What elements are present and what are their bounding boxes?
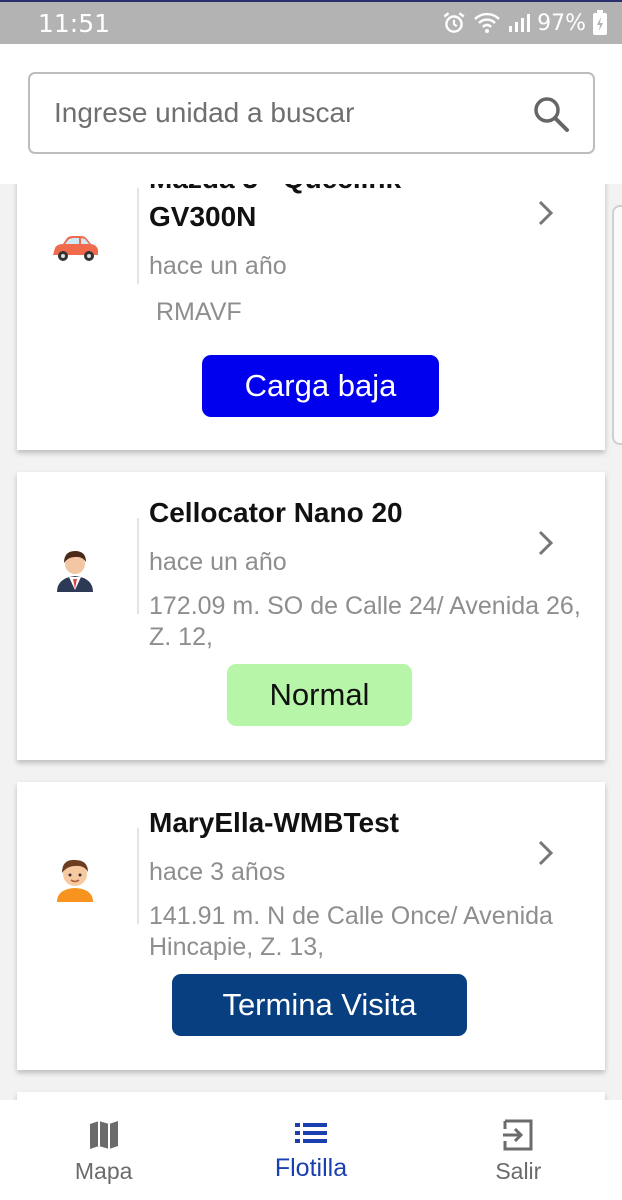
status-button[interactable]: Termina Visita <box>172 974 467 1036</box>
car-icon <box>53 236 98 261</box>
status-icons: 97% <box>441 10 608 36</box>
unit-card[interactable]: Mazda 3 - Queclink GV300N hace un año RM… <box>17 184 605 450</box>
list-icon <box>294 1123 327 1143</box>
chevron-right-icon[interactable] <box>535 838 557 868</box>
battery-percent: 97% <box>537 10 586 36</box>
wifi-icon <box>474 12 500 33</box>
nav-label-exit: Salir <box>495 1158 542 1184</box>
person-avatar-icon <box>57 859 93 902</box>
unit-time-ago: hace 3 años <box>149 858 286 886</box>
search-header <box>0 44 622 184</box>
search-bar[interactable] <box>28 72 595 154</box>
nav-item-fleet[interactable]: Flotilla <box>207 1100 414 1200</box>
search-input[interactable] <box>30 97 510 129</box>
unit-time-ago: hace un año <box>149 548 287 576</box>
status-button[interactable]: Carga baja <box>202 355 439 417</box>
bottom-nav: Mapa Flotilla Salir <box>0 1100 622 1200</box>
unit-card[interactable]: Cellocator Nano 20 hace un año 172.09 m.… <box>17 472 605 760</box>
battery-charging-icon <box>593 10 607 35</box>
alarm-icon <box>443 12 465 33</box>
nav-item-map[interactable]: Mapa <box>0 1100 207 1200</box>
unit-title: Cellocator Nano 20 <box>149 497 403 528</box>
card-divider <box>137 828 139 924</box>
unit-location: 141.91 m. N de Calle Once/ Avenida Hinca… <box>149 902 553 961</box>
status-bar: 11:51 97% <box>0 0 622 44</box>
businessman-avatar-icon <box>57 551 93 592</box>
card-divider <box>137 188 139 284</box>
status-button[interactable]: Normal <box>227 664 412 726</box>
signal-icon <box>509 14 531 32</box>
side-drawer-handle[interactable] <box>612 205 622 445</box>
unit-title: MaryElla-WMBTest <box>149 807 399 838</box>
map-icon <box>89 1121 118 1149</box>
unit-time-ago: hace un año <box>149 252 287 280</box>
unit-list[interactable]: Mazda 3 - Queclink GV300N hace un año RM… <box>0 184 622 1100</box>
nav-label-map: Mapa <box>74 1158 133 1184</box>
unit-plate: RMAVF <box>156 298 242 326</box>
chevron-right-icon[interactable] <box>535 528 557 558</box>
unit-card[interactable] <box>17 1092 605 1100</box>
card-divider <box>137 518 139 614</box>
chevron-right-icon[interactable] <box>535 198 557 228</box>
nav-item-exit[interactable]: Salir <box>415 1100 622 1200</box>
status-time: 11:51 <box>38 8 111 38</box>
unit-location: 172.09 m. SO de Calle 24/ Avenida 26, Z.… <box>149 592 581 651</box>
unit-title: Mazda 3 - Queclink GV300N <box>149 184 401 232</box>
unit-card[interactable]: MaryElla-WMBTest hace 3 años 141.91 m. N… <box>17 782 605 1070</box>
search-icon[interactable] <box>531 94 571 134</box>
exit-icon <box>503 1119 533 1151</box>
nav-label-fleet: Flotilla <box>274 1154 348 1182</box>
